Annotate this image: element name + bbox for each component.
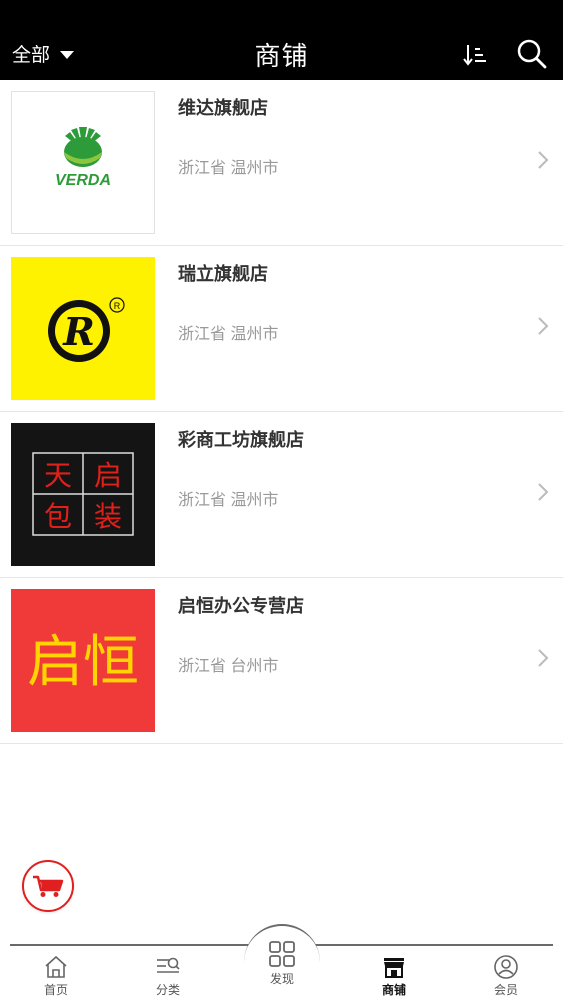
tab-member[interactable]: 会员 — [466, 948, 546, 1000]
category-list-icon — [157, 957, 180, 973]
tianqi-char-4: 装 — [94, 500, 122, 533]
search-icon[interactable] — [516, 38, 548, 70]
home-icon — [45, 955, 67, 978]
shop-row[interactable]: 天 启 包 装 彩商工坊旗舰店 浙江省 温州市 — [0, 412, 563, 578]
svg-text:R: R — [114, 301, 121, 311]
shop-name: 启恒办公专营店 — [178, 596, 304, 616]
tab-discover-label: 发现 — [269, 972, 294, 986]
grid-icon — [269, 941, 295, 967]
chevron-right-icon — [538, 649, 549, 667]
shop-name: 彩商工坊旗舰店 — [178, 430, 304, 450]
tianqi-char-3: 包 — [44, 500, 72, 533]
shop-location: 浙江省 台州市 — [178, 658, 279, 675]
floating-cart-button[interactable] — [22, 860, 74, 912]
shop-name: 维达旗舰店 — [178, 98, 268, 118]
storefront-icon — [384, 958, 404, 978]
tab-category[interactable]: 分类 — [128, 948, 208, 1000]
tab-home-label: 首页 — [43, 983, 68, 997]
chevron-right-icon — [538, 151, 549, 169]
shop-name: 瑞立旗舰店 — [178, 264, 268, 284]
shop-logo-qiheng: 启恒 — [11, 589, 155, 732]
qiheng-logo-text: 启恒 — [27, 630, 139, 695]
shop-row[interactable]: R R 瑞立旗舰店 浙江省 温州市 — [0, 246, 563, 412]
ruili-logo-letter: R — [62, 309, 95, 354]
shop-location: 浙江省 温州市 — [178, 160, 279, 177]
shop-logo-ruili: R R — [11, 257, 155, 400]
shop-location: 浙江省 温州市 — [178, 492, 279, 509]
shop-row[interactable]: 启恒 启恒办公专营店 浙江省 台州市 — [0, 578, 563, 744]
chevron-right-icon — [538, 317, 549, 335]
verda-logo-text: VERDA — [55, 172, 111, 189]
tianqi-char-1: 天 — [44, 459, 72, 492]
tab-discover[interactable]: 发现 — [244, 924, 320, 1000]
shop-row[interactable]: VERDA 维达旗舰店 浙江省 温州市 — [0, 80, 563, 246]
shop-list: VERDA 维达旗舰店 浙江省 温州市 R R 瑞立旗舰店 浙江省 温州市 天 … — [0, 80, 563, 744]
tianqi-char-2: 启 — [94, 459, 122, 492]
sort-desc-icon[interactable] — [462, 42, 488, 68]
tab-shop[interactable]: 商铺 — [354, 948, 434, 1000]
top-bar: 全部 商铺 — [0, 0, 563, 80]
tab-shop-label: 商铺 — [381, 983, 406, 997]
cart-icon — [33, 875, 64, 897]
user-icon — [494, 955, 518, 979]
shop-logo-verda: VERDA — [11, 91, 155, 234]
tab-home[interactable]: 首页 — [16, 948, 96, 1000]
chevron-right-icon — [538, 483, 549, 501]
shop-logo-tianqi: 天 启 包 装 — [11, 423, 155, 566]
tab-member-label: 会员 — [493, 983, 518, 997]
shop-location: 浙江省 温州市 — [178, 326, 279, 343]
tab-category-label: 分类 — [155, 983, 180, 997]
